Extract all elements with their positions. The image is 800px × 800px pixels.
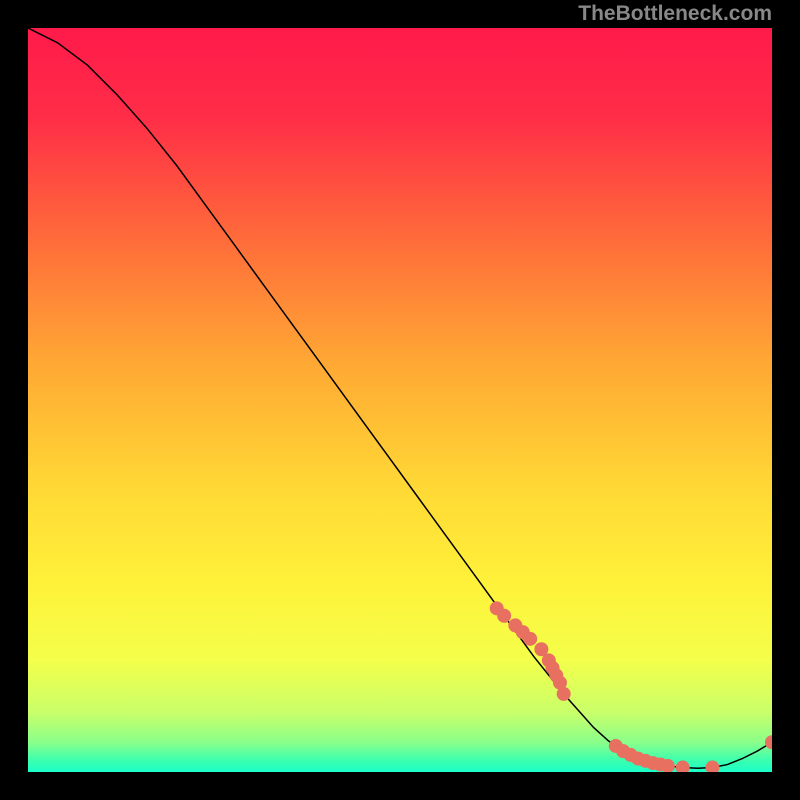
marker-group <box>490 601 772 772</box>
data-point <box>705 761 719 772</box>
plot-area <box>28 28 772 772</box>
data-point <box>523 632 537 646</box>
watermark-text: TheBottleneck.com <box>578 2 772 26</box>
data-point <box>676 761 690 772</box>
chart-container: TheBottleneck.com <box>0 0 800 800</box>
data-point <box>557 687 571 701</box>
data-point <box>765 735 772 749</box>
curve-layer <box>28 28 772 772</box>
bottleneck-curve <box>28 28 772 768</box>
data-point <box>497 609 511 623</box>
